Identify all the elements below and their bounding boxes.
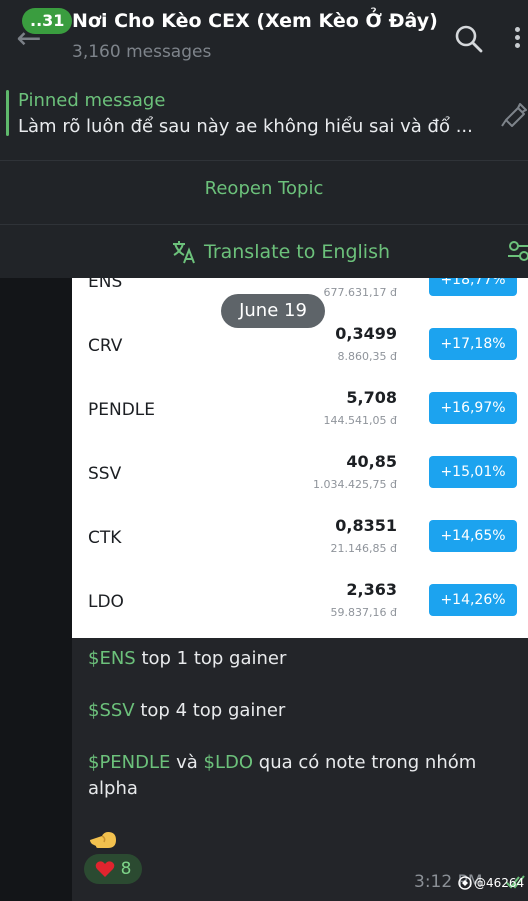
- message-text: và: [170, 752, 204, 773]
- pin-icon[interactable]: [498, 100, 528, 130]
- gainer-price: 0,8351: [335, 516, 397, 535]
- more-options-icon[interactable]: [506, 24, 528, 54]
- gainer-vnd: 1.034.425,75 đ: [313, 478, 397, 491]
- settings-sliders-icon[interactable]: [508, 238, 528, 264]
- message-line-2: $SSV top 4 top gainer: [88, 698, 285, 724]
- gainer-row-ldo: LDO 2,363 59.837,16 đ +14,26%: [72, 572, 528, 636]
- cashtag-link[interactable]: $PENDLE: [88, 752, 170, 773]
- pointing-hand-emoji-icon: [90, 832, 116, 848]
- watermark-text: @46264: [474, 876, 525, 890]
- pinned-title: Pinned message: [18, 90, 166, 111]
- reopen-topic-button[interactable]: Reopen Topic: [0, 164, 528, 222]
- unread-badge[interactable]: ..31: [22, 8, 73, 34]
- gainer-price: 0,3499: [335, 324, 397, 343]
- gainer-change: +16,97%: [429, 392, 517, 424]
- divider: [0, 160, 528, 161]
- message-text: top 1 top gainer: [135, 648, 287, 669]
- gainer-vnd: 8.860,35 đ: [337, 350, 397, 363]
- gainer-row-ctk: CTK 0,8351 21.146,85 đ +14,65%: [72, 508, 528, 572]
- translate-button[interactable]: Translate to English: [170, 236, 390, 268]
- gainer-symbol: LDO: [88, 592, 124, 612]
- gainer-row-ssv: SSV 40,85 1.034.425,75 đ +15,01%: [72, 444, 528, 508]
- gainer-vnd: 59.837,16 đ: [330, 606, 397, 619]
- message-count: 3,160 messages: [72, 42, 212, 62]
- gainer-change: +14,26%: [429, 584, 517, 616]
- message-line-1: $ENS top 1 top gainer: [88, 646, 286, 672]
- divider: [0, 224, 528, 225]
- gainer-price: 2,363: [346, 580, 397, 599]
- message-text: top 4 top gainer: [134, 700, 286, 721]
- message-line-4: alpha: [88, 778, 138, 799]
- translate-icon: [173, 241, 195, 264]
- pinned-indicator: [6, 90, 9, 136]
- reaction-heart-button[interactable]: 8: [84, 854, 142, 884]
- gainer-change: +17,18%: [429, 328, 517, 360]
- pinned-text: Làm rõ luôn để sau này ae không hiểu sai…: [18, 116, 473, 137]
- cashtag-link[interactable]: $ENS: [88, 648, 136, 669]
- gainer-vnd: 144.541,05 đ: [323, 414, 397, 427]
- translate-label: Translate to English: [204, 241, 391, 263]
- gainer-row-pendle: PENDLE 5,708 144.541,05 đ +16,97%: [72, 380, 528, 444]
- gainer-symbol: SSV: [88, 464, 122, 484]
- gainer-symbol: CTK: [88, 528, 122, 548]
- gainer-price: 5,708: [346, 388, 397, 407]
- cashtag-link[interactable]: $SSV: [88, 700, 135, 721]
- heart-icon: [95, 861, 114, 877]
- gainer-vnd: 21.146,85 đ: [330, 542, 397, 555]
- cashtag-link[interactable]: $LDO: [204, 752, 254, 773]
- message-line-3: $PENDLE và $LDO qua có note trong nhóm: [88, 750, 476, 776]
- gainer-price: 40,85: [346, 452, 397, 471]
- message-text: qua có note trong nhóm: [253, 752, 477, 773]
- top-bar: ← ..31 Nơi Cho Kèo CEX (Xem Kèo Ở Đây) 3…: [0, 0, 528, 80]
- reaction-count: 8: [120, 859, 132, 879]
- gainer-symbol: CRV: [88, 336, 123, 356]
- chat-title[interactable]: Nơi Cho Kèo CEX (Xem Kèo Ở Đây): [72, 10, 438, 32]
- watermark: @46264: [458, 876, 524, 890]
- date-separator[interactable]: June 19: [221, 294, 325, 328]
- gainer-symbol: PENDLE: [88, 400, 156, 420]
- search-icon[interactable]: [452, 22, 486, 56]
- gainer-vnd: 677.631,17 đ: [323, 286, 397, 299]
- chat-header: ← ..31 Nơi Cho Kèo CEX (Xem Kèo Ở Đây) 3…: [0, 0, 528, 278]
- gainer-change: +15,01%: [429, 456, 517, 488]
- gainer-change: +14,65%: [429, 520, 517, 552]
- watermark-logo-icon: [458, 876, 472, 890]
